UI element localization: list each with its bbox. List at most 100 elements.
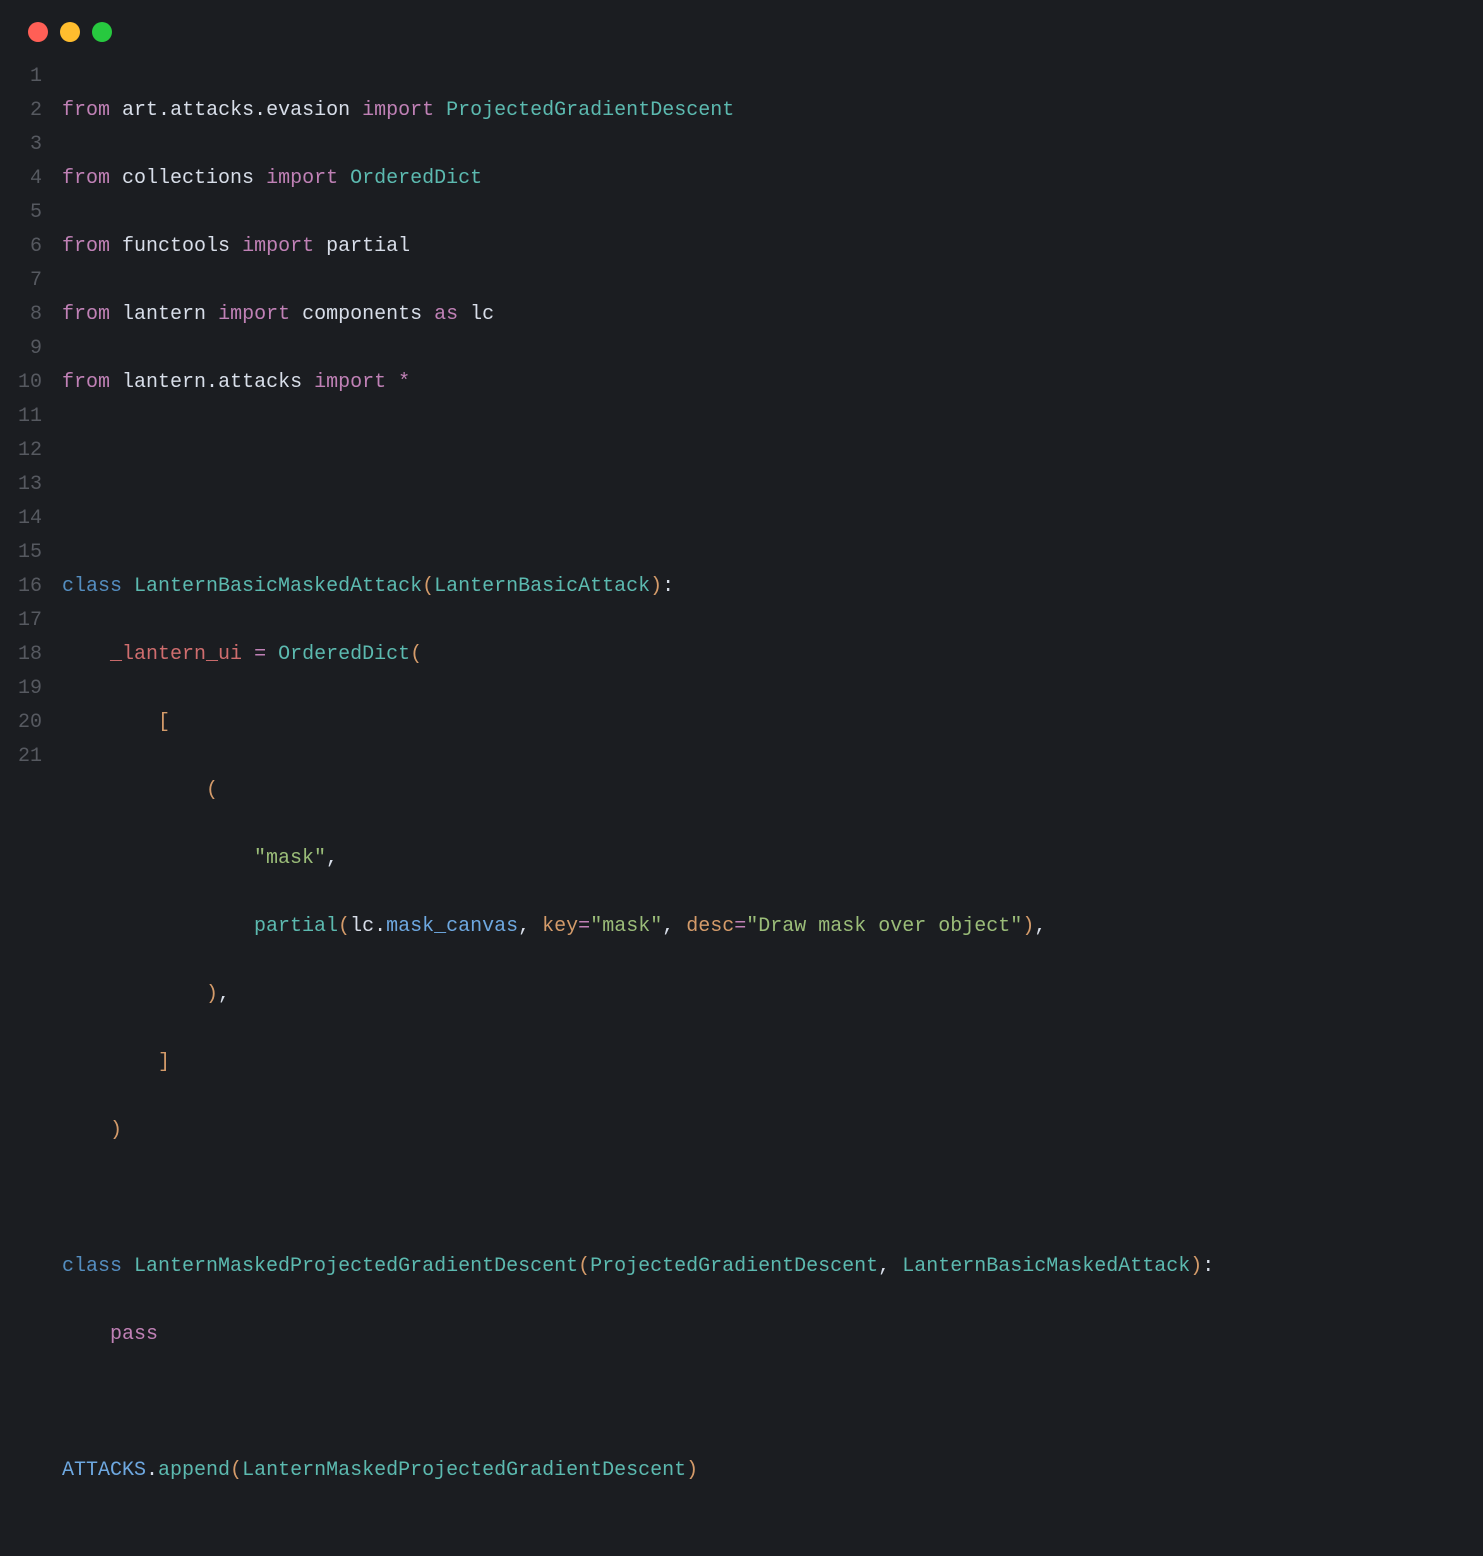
attr-ref: mask_canvas bbox=[386, 915, 518, 938]
punct-dot: . bbox=[206, 371, 218, 394]
code-line: [ bbox=[62, 706, 1483, 740]
punct-paren: ( bbox=[230, 1459, 242, 1482]
line-number: 6 bbox=[0, 230, 42, 264]
code-line: ) bbox=[62, 1114, 1483, 1148]
punct-comma: , bbox=[218, 983, 230, 1006]
maximize-icon[interactable] bbox=[92, 22, 112, 42]
module: collections bbox=[122, 167, 254, 190]
code-line bbox=[62, 434, 1483, 468]
code-line: ] bbox=[62, 1046, 1483, 1080]
class-ref: LanternBasicMaskedAttack bbox=[902, 1255, 1190, 1278]
code-line: ), bbox=[62, 978, 1483, 1012]
star-import: * bbox=[398, 371, 410, 394]
punct-comma: , bbox=[518, 915, 530, 938]
class-ref: ProjectedGradientDescent bbox=[590, 1255, 878, 1278]
code-line: ATTACKS.append(LanternMaskedProjectedGra… bbox=[62, 1454, 1483, 1488]
func-ref: partial bbox=[326, 235, 410, 258]
code-line bbox=[62, 1386, 1483, 1420]
punct-comma: , bbox=[878, 1255, 890, 1278]
code-line: partial(lc.mask_canvas, key="mask", desc… bbox=[62, 910, 1483, 944]
kwarg: desc bbox=[686, 915, 734, 938]
code-content[interactable]: from art.attacks.evasion import Projecte… bbox=[62, 60, 1483, 1556]
code-line: from lantern.attacks import * bbox=[62, 366, 1483, 400]
keyword-class: class bbox=[62, 1255, 122, 1278]
code-editor[interactable]: 1 2 3 4 5 6 7 8 9 10 11 12 13 14 15 16 1… bbox=[0, 60, 1483, 1556]
line-number: 3 bbox=[0, 128, 42, 162]
line-number: 16 bbox=[0, 570, 42, 604]
line-number: 4 bbox=[0, 162, 42, 196]
module: functools bbox=[122, 235, 230, 258]
code-line: _lantern_ui = OrderedDict( bbox=[62, 638, 1483, 672]
keyword-import: import bbox=[266, 167, 338, 190]
keyword-import: import bbox=[362, 99, 434, 122]
code-line: from art.attacks.evasion import Projecte… bbox=[62, 94, 1483, 128]
module: lc bbox=[350, 915, 374, 938]
keyword-from: from bbox=[62, 371, 110, 394]
class-def: LanternMaskedProjectedGradientDescent bbox=[134, 1255, 578, 1278]
code-line: ( bbox=[62, 774, 1483, 808]
string: "mask" bbox=[590, 915, 662, 938]
module: attacks bbox=[170, 99, 254, 122]
punct-paren: ) bbox=[110, 1119, 122, 1142]
punct-bracket: [ bbox=[158, 711, 170, 734]
line-number: 21 bbox=[0, 740, 42, 774]
code-line: class LanternBasicMaskedAttack(LanternBa… bbox=[62, 570, 1483, 604]
punct-paren: ) bbox=[1022, 915, 1034, 938]
line-number: 9 bbox=[0, 332, 42, 366]
window-titlebar bbox=[0, 22, 1483, 60]
code-line: from collections import OrderedDict bbox=[62, 162, 1483, 196]
line-number: 20 bbox=[0, 706, 42, 740]
constant: ATTACKS bbox=[62, 1459, 146, 1482]
code-line: pass bbox=[62, 1318, 1483, 1352]
keyword-from: from bbox=[62, 303, 110, 326]
keyword-from: from bbox=[62, 99, 110, 122]
keyword-import: import bbox=[314, 371, 386, 394]
line-number: 11 bbox=[0, 400, 42, 434]
line-number: 2 bbox=[0, 94, 42, 128]
punct-paren: ) bbox=[686, 1459, 698, 1482]
keyword-import: import bbox=[242, 235, 314, 258]
keyword-pass: pass bbox=[110, 1323, 158, 1346]
line-number: 12 bbox=[0, 434, 42, 468]
line-number: 14 bbox=[0, 502, 42, 536]
module: attacks bbox=[218, 371, 302, 394]
class-def: LanternBasicMaskedAttack bbox=[134, 575, 422, 598]
line-number: 17 bbox=[0, 604, 42, 638]
punct-paren: ( bbox=[422, 575, 434, 598]
string: "mask" bbox=[254, 847, 326, 870]
class-ref: OrderedDict bbox=[278, 643, 410, 666]
line-number: 13 bbox=[0, 468, 42, 502]
op-eq: = bbox=[254, 643, 266, 666]
code-line: from functools import partial bbox=[62, 230, 1483, 264]
line-number: 8 bbox=[0, 298, 42, 332]
method-call: append bbox=[158, 1459, 230, 1482]
punct-dot: . bbox=[158, 99, 170, 122]
kwarg: key bbox=[542, 915, 578, 938]
punct-paren: ( bbox=[410, 643, 422, 666]
punct-comma: , bbox=[1034, 915, 1046, 938]
line-number-gutter: 1 2 3 4 5 6 7 8 9 10 11 12 13 14 15 16 1… bbox=[0, 60, 62, 1556]
op-eq: = bbox=[734, 915, 746, 938]
alias: lc bbox=[470, 303, 494, 326]
punct-paren: ( bbox=[206, 779, 218, 802]
punct-comma: , bbox=[662, 915, 674, 938]
keyword-as: as bbox=[434, 303, 458, 326]
keyword-from: from bbox=[62, 167, 110, 190]
close-icon[interactable] bbox=[28, 22, 48, 42]
punct-colon: : bbox=[662, 575, 674, 598]
punct-paren: ( bbox=[338, 915, 350, 938]
code-line: "mask", bbox=[62, 842, 1483, 876]
punct-dot: . bbox=[254, 99, 266, 122]
line-number: 7 bbox=[0, 264, 42, 298]
module: art bbox=[122, 99, 158, 122]
minimize-icon[interactable] bbox=[60, 22, 80, 42]
string: "Draw mask over object" bbox=[746, 915, 1022, 938]
line-number: 19 bbox=[0, 672, 42, 706]
punct-dot: . bbox=[374, 915, 386, 938]
punct-paren: ) bbox=[650, 575, 662, 598]
code-line: class LanternMaskedProjectedGradientDesc… bbox=[62, 1250, 1483, 1284]
line-number: 1 bbox=[0, 60, 42, 94]
class-ref: OrderedDict bbox=[350, 167, 482, 190]
keyword-class: class bbox=[62, 575, 122, 598]
op-eq: = bbox=[578, 915, 590, 938]
